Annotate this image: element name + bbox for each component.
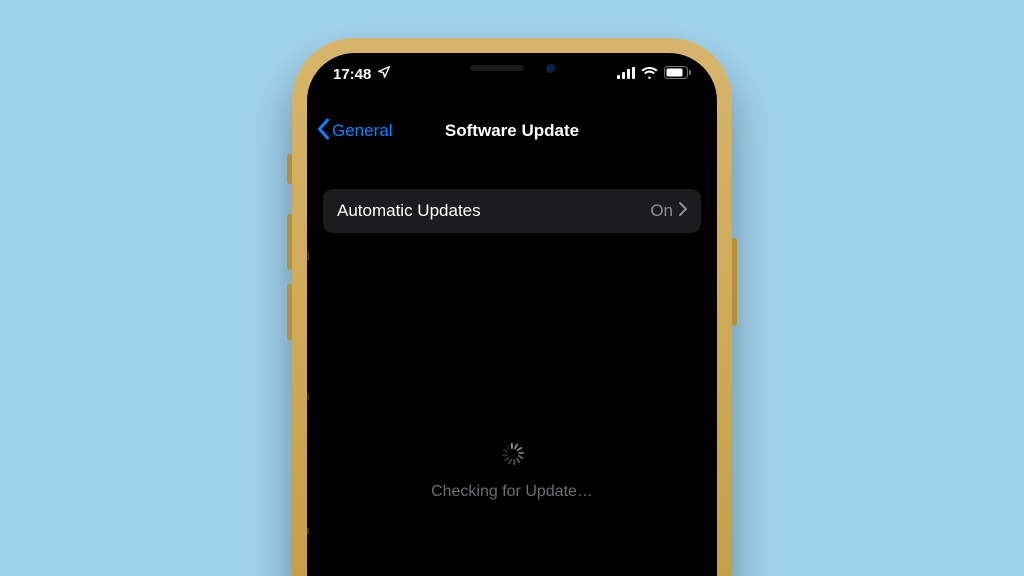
automatic-updates-cell[interactable]: Automatic Updates On: [323, 189, 701, 233]
edge-artifact: a: [307, 523, 310, 537]
power-button[interactable]: [732, 238, 737, 326]
spinner-icon: [501, 443, 523, 465]
edge-artifact: a: [307, 389, 310, 403]
content-area: Automatic Updates On: [307, 153, 717, 576]
chevron-right-icon: [679, 201, 687, 221]
settings-group: Automatic Updates On: [323, 189, 701, 233]
volume-down-button[interactable]: [287, 284, 292, 340]
nav-bar: General Software Update: [307, 109, 717, 153]
battery-icon: [664, 66, 691, 83]
cellular-signal-icon: [617, 66, 635, 83]
screen: 17:48: [307, 53, 717, 576]
chevron-left-icon: [317, 118, 330, 145]
volume-up-button[interactable]: [287, 214, 292, 270]
page-title: Software Update: [445, 121, 579, 141]
stage: 17:48: [0, 0, 1024, 576]
cell-label: Automatic Updates: [337, 201, 481, 221]
status-bar: 17:48: [307, 63, 717, 85]
back-label: General: [332, 121, 392, 141]
status-text: Checking for Update…: [431, 483, 593, 501]
mute-switch[interactable]: [287, 154, 292, 184]
cell-value: On: [650, 201, 673, 221]
wifi-icon: [641, 66, 658, 83]
phone-frame: 17:48: [292, 38, 732, 576]
edge-artifact: d: [307, 249, 310, 263]
loading-indicator: Checking for Update…: [307, 443, 717, 501]
location-arrow-icon: [377, 65, 391, 83]
back-button[interactable]: General: [317, 109, 392, 153]
clock-text: 17:48: [333, 66, 371, 83]
